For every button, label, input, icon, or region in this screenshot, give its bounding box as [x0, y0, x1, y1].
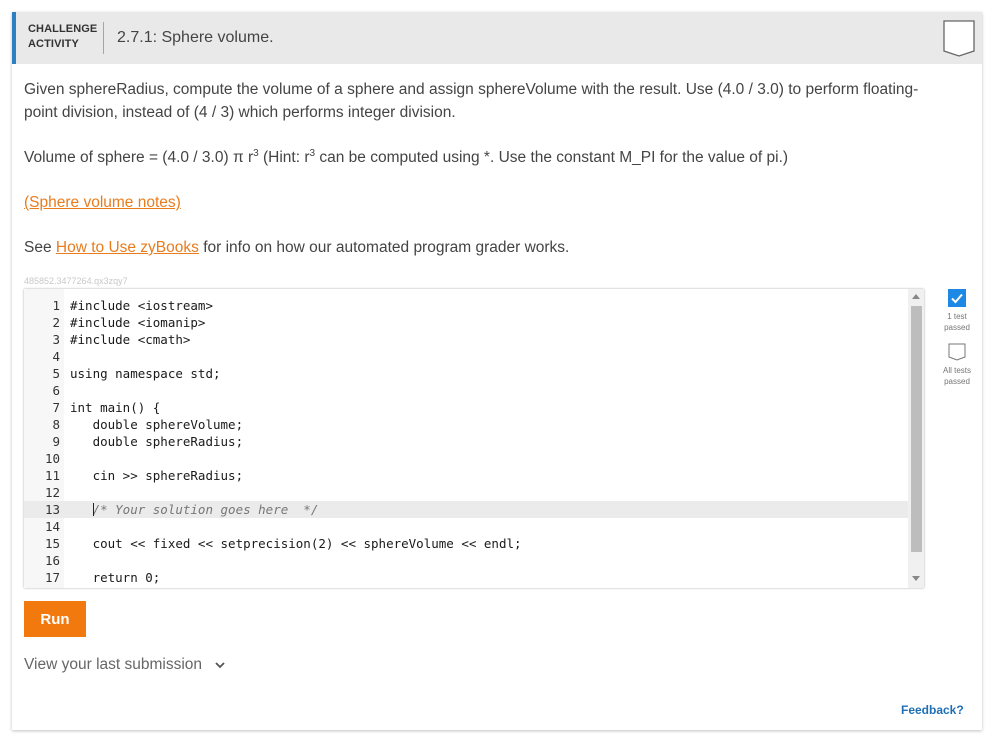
all-tests-passed-label: All tests passed — [937, 365, 977, 387]
code-line[interactable]: 5 using namespace std; — [24, 365, 908, 382]
line-number: 10 — [44, 451, 60, 466]
line-number: 3 — [52, 332, 60, 347]
code-text[interactable]: cin >> sphereRadius; — [70, 467, 244, 484]
line-number: 17 — [44, 570, 60, 585]
line-number: 7 — [52, 400, 60, 415]
test2-label-line2: passed — [944, 377, 970, 386]
code-text[interactable]: #include <cmath> — [70, 331, 190, 348]
code-line[interactable]: 12 — [24, 484, 908, 501]
grader-info-suffix: for info on how our automated program gr… — [198, 239, 570, 256]
grader-info-paragraph: See How to Use zyBooks for info on how o… — [24, 236, 569, 259]
all-tests-checkbox-icon — [948, 343, 966, 361]
code-line[interactable]: 9 double sphereRadius; — [24, 433, 908, 450]
code-line[interactable]: 10 — [24, 450, 908, 467]
sphere-volume-notes-link[interactable]: (Sphere volume notes) — [24, 194, 181, 211]
scroll-down-arrow-icon[interactable] — [912, 576, 920, 581]
code-text[interactable]: double sphereVolume; — [70, 416, 244, 433]
last-submission-label: View your last submission — [24, 656, 203, 673]
formula-text: Volume of sphere = (4.0 / 3.0) π r — [24, 149, 254, 166]
hint-text-end: can be computed using *. Use the constan… — [315, 149, 789, 166]
hint-text-start: (Hint: r — [258, 149, 310, 166]
badge-line-2: ACTIVITY — [28, 38, 79, 50]
completion-bookmark-icon — [943, 20, 975, 57]
feedback-link[interactable]: Feedback? — [901, 703, 964, 717]
code-text[interactable]: cout << fixed << setprecision(2) << sphe… — [70, 535, 522, 552]
code-line[interactable]: 14 — [24, 518, 908, 535]
badge-line-1: CHALLENGE — [28, 23, 98, 35]
code-line[interactable]: 7 int main() { — [24, 399, 908, 416]
grader-info-prefix: See — [24, 239, 56, 256]
test-passed-checkbox-icon — [948, 289, 966, 307]
code-line[interactable]: 13 /* Your solution goes here */ — [24, 501, 908, 518]
code-line[interactable]: 15 cout << fixed << setprecision(2) << s… — [24, 535, 908, 552]
line-number: 8 — [52, 417, 60, 432]
one-test-passed-label: 1 test passed — [937, 311, 977, 333]
line-number: 2 — [52, 315, 60, 330]
line-number: 13 — [44, 502, 60, 517]
code-text[interactable]: /* Your solution goes here */ — [70, 501, 319, 518]
code-line[interactable]: 6 — [24, 382, 908, 399]
code-line[interactable]: 16 — [24, 552, 908, 569]
line-number: 14 — [44, 519, 60, 534]
code-text[interactable]: double sphereRadius; — [70, 433, 244, 450]
notes-paragraph: (Sphere volume notes) — [24, 191, 181, 214]
code-lines[interactable]: 1 #include <iostream> 2 #include <iomanip> 3… — [24, 297, 908, 586]
header-divider — [103, 22, 104, 54]
code-text[interactable]: using namespace std; — [70, 365, 221, 382]
test1-label-line2: passed — [944, 323, 970, 332]
code-text[interactable]: int main() { — [70, 399, 160, 416]
challenge-activity-card: CHALLENGE ACTIVITY 2.7.1: Sphere volume.… — [12, 12, 982, 730]
editor-scrollbar[interactable] — [908, 289, 924, 588]
code-line[interactable]: 17 return 0; — [24, 569, 908, 586]
line-number: 15 — [44, 536, 60, 551]
line-number: 4 — [52, 349, 60, 364]
view-last-submission-toggle[interactable]: View your last submission — [24, 656, 226, 674]
code-text[interactable]: #include <iostream> — [70, 297, 213, 314]
line-number: 6 — [52, 383, 60, 398]
code-line[interactable]: 8 double sphereVolume; — [24, 416, 908, 433]
how-to-use-zybooks-link[interactable]: How to Use zyBooks — [56, 239, 199, 256]
code-line[interactable]: 11 cin >> sphereRadius; — [24, 467, 908, 484]
instruction-paragraph-1: Given sphereRadius, compute the volume o… — [24, 81, 919, 121]
scroll-up-arrow-icon[interactable] — [912, 294, 920, 299]
scroll-thumb[interactable] — [911, 306, 922, 552]
code-text[interactable]: return 0; — [70, 569, 161, 586]
run-button[interactable]: Run — [24, 601, 86, 637]
code-text[interactable]: #include <iomanip> — [70, 314, 205, 331]
activity-type-badge: CHALLENGE ACTIVITY — [28, 22, 98, 52]
test2-label-line1: All tests — [942, 366, 971, 375]
line-number: 16 — [44, 553, 60, 568]
line-number: 9 — [52, 434, 60, 449]
test-results: 1 test passed All tests passed — [937, 289, 977, 387]
activity-header: CHALLENGE ACTIVITY 2.7.1: Sphere volume. — [12, 12, 982, 64]
text-cursor — [93, 503, 94, 516]
code-line[interactable]: 3 #include <cmath> — [24, 331, 908, 348]
line-number: 5 — [52, 366, 60, 381]
code-editor[interactable]: 1 #include <iostream> 2 #include <iomanip> 3… — [24, 289, 924, 588]
code-line[interactable]: 1 #include <iostream> — [24, 297, 908, 314]
line-number: 11 — [44, 468, 60, 483]
test1-label-line1: 1 test — [947, 312, 967, 321]
chevron-down-icon — [215, 662, 225, 669]
line-number: 12 — [44, 485, 60, 500]
code-line[interactable]: 2 #include <iomanip> — [24, 314, 908, 331]
line-number: 1 — [52, 298, 60, 313]
activity-title: 2.7.1: Sphere volume. — [117, 29, 274, 46]
code-line[interactable]: 4 — [24, 348, 908, 365]
instruction-formula: Volume of sphere = (4.0 / 3.0) π r3 (Hin… — [24, 146, 788, 169]
activity-id: 485852.3477264.qx3zqy7 — [24, 276, 128, 286]
